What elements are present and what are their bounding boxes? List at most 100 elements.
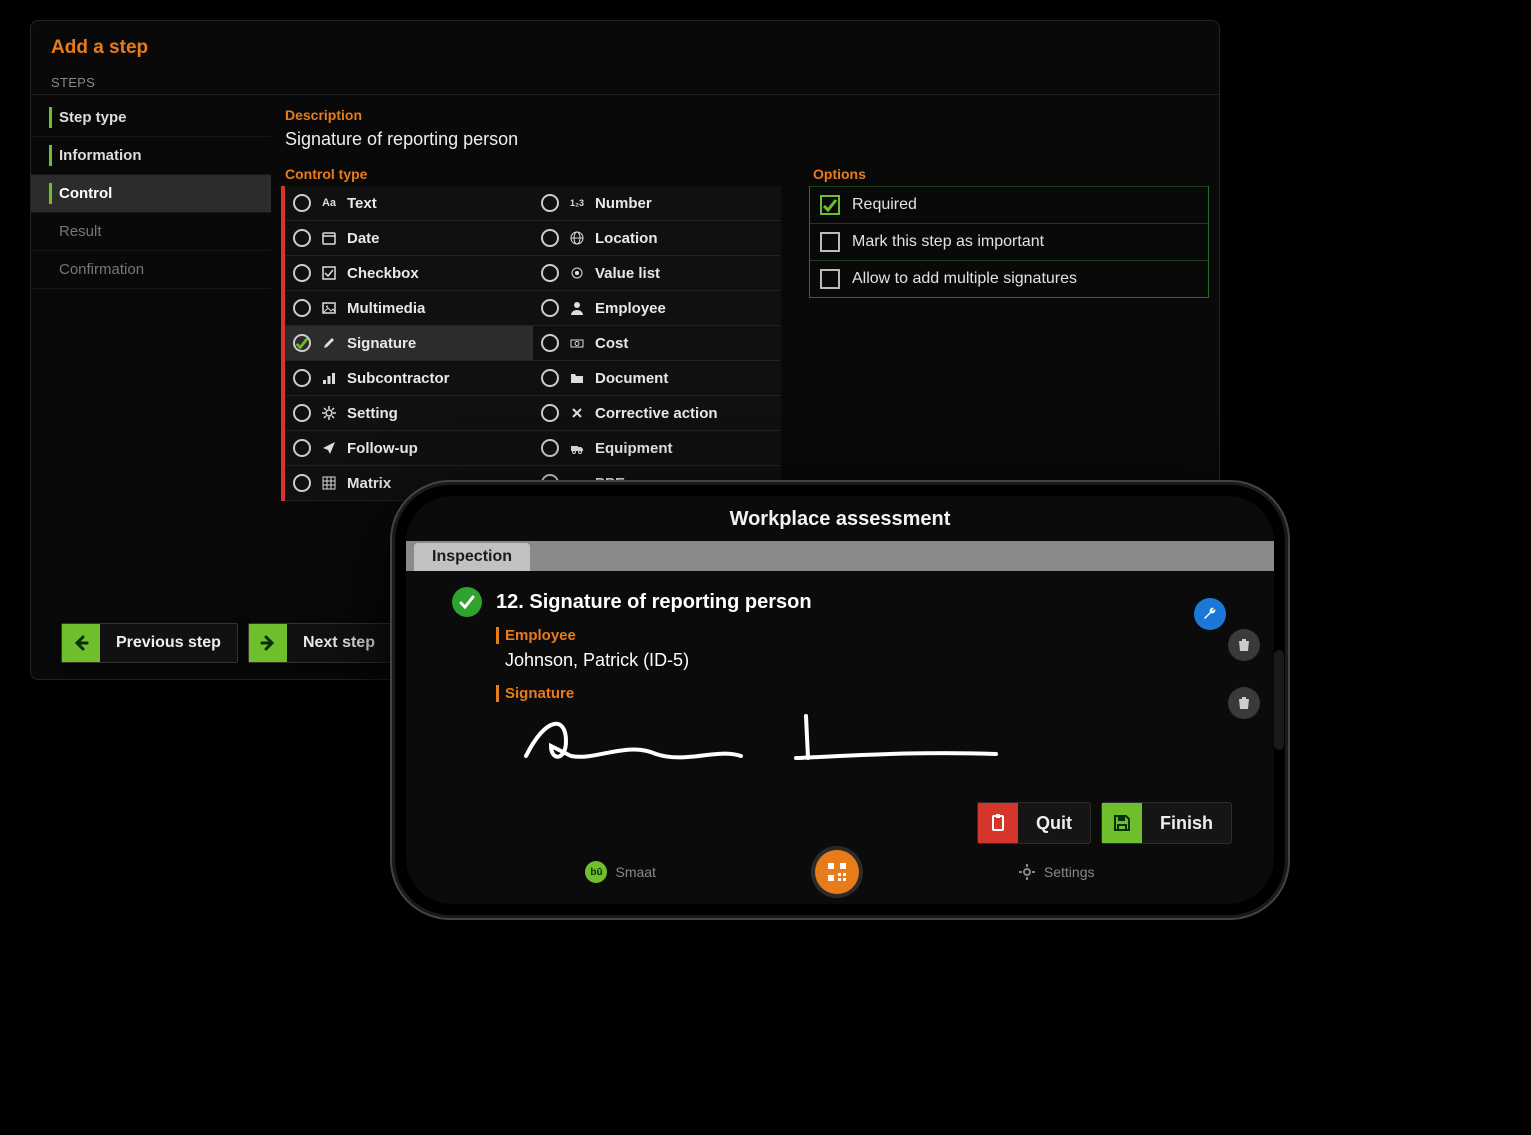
- option-multiple-signatures[interactable]: Allow to add multiple signatures: [810, 260, 1208, 297]
- radio-icon: [293, 299, 311, 317]
- gear-icon: [321, 405, 337, 421]
- radio-icon: [293, 369, 311, 387]
- sidebar-item-information[interactable]: Information: [31, 137, 271, 175]
- delete-signature-button[interactable]: [1228, 687, 1260, 719]
- radio-icon: [293, 439, 311, 457]
- control-type-checkbox[interactable]: Checkbox: [285, 256, 533, 291]
- radio-icon: [293, 474, 311, 492]
- gear-icon: [1018, 863, 1036, 881]
- control-type-signature[interactable]: Signature: [285, 326, 533, 361]
- signature-field[interactable]: Signature: [496, 685, 1248, 702]
- nav-settings[interactable]: Settings: [1018, 863, 1095, 881]
- control-type-value-list[interactable]: Value list: [533, 256, 781, 291]
- arrow-left-icon: [62, 624, 100, 662]
- org-icon: [321, 370, 337, 386]
- signature-stroke: [496, 706, 1016, 766]
- radio-icon: [541, 404, 559, 422]
- sidebar-item-confirmation[interactable]: Confirmation: [31, 251, 271, 289]
- sidebar-item-result[interactable]: Result: [31, 213, 271, 251]
- employee-field[interactable]: Employee Johnson, Patrick (ID-5): [496, 627, 1248, 675]
- next-step-button[interactable]: Next step: [248, 623, 392, 663]
- trash-icon: [1236, 637, 1252, 653]
- qr-icon: [826, 861, 848, 883]
- phone-notch: [1274, 650, 1284, 750]
- control-type-multimedia[interactable]: Multimedia: [285, 291, 533, 326]
- control-type-follow-up[interactable]: Follow-up: [285, 431, 533, 466]
- pen-icon: [321, 335, 337, 351]
- tabs-bar: Inspection: [406, 541, 1274, 571]
- description-value: Signature of reporting person: [281, 127, 1209, 160]
- control-type-text[interactable]: Aa Text: [285, 186, 533, 221]
- control-type-date[interactable]: Date: [285, 221, 533, 256]
- checkbox-icon: [820, 269, 840, 289]
- clipboard-icon: [978, 803, 1018, 843]
- grid-icon: [321, 475, 337, 491]
- app-logo-icon: bū: [585, 861, 607, 883]
- page-title: Add a step: [31, 21, 1219, 69]
- option-important[interactable]: Mark this step as important: [810, 223, 1208, 260]
- text-icon: Aa: [321, 195, 337, 211]
- control-type-employee[interactable]: Employee: [533, 291, 781, 326]
- option-required[interactable]: Required: [810, 186, 1208, 223]
- control-type-list: Aa Text Date Checkbox: [281, 186, 781, 501]
- wrench-icon: [1202, 606, 1218, 622]
- calendar-icon: [321, 230, 337, 246]
- signature-label: Signature: [496, 685, 1248, 702]
- step-title: 12. Signature of reporting person: [496, 591, 812, 614]
- radio-icon: [293, 264, 311, 282]
- save-icon: [1102, 803, 1142, 843]
- options-label: Options: [813, 166, 1209, 182]
- truck-icon: [569, 440, 585, 456]
- radio-icon: [293, 334, 311, 352]
- control-type-location[interactable]: Location: [533, 221, 781, 256]
- employee-value: Johnson, Patrick (ID-5): [496, 646, 1248, 675]
- image-icon: [321, 300, 337, 316]
- radio-icon: [541, 229, 559, 247]
- previous-step-button[interactable]: Previous step: [61, 623, 238, 663]
- money-icon: [569, 335, 585, 351]
- check-circle-icon: [452, 587, 482, 617]
- control-type-number[interactable]: 1₂3 Number: [533, 186, 781, 221]
- checkbox-icon: [820, 232, 840, 252]
- tools-icon: [569, 405, 585, 421]
- checkbox-icon: [820, 195, 840, 215]
- radio-icon: [541, 334, 559, 352]
- sidebar-item-control[interactable]: Control: [31, 175, 271, 213]
- phone-bottom-nav: bū Smaat Settings: [406, 852, 1274, 892]
- radio-icon: [293, 404, 311, 422]
- description-label: Description: [285, 107, 1209, 123]
- control-type-equipment[interactable]: Equipment: [533, 431, 781, 466]
- phone-header: Workplace assessment: [406, 496, 1274, 541]
- arrow-right-icon: [249, 624, 287, 662]
- phone-mockup: Workplace assessment Inspection 12. Sign…: [390, 480, 1290, 920]
- finish-button[interactable]: Finish: [1101, 802, 1232, 844]
- radio-icon: [541, 439, 559, 457]
- wrench-button[interactable]: [1194, 598, 1226, 630]
- radio-icon: [541, 264, 559, 282]
- nav-app[interactable]: bū Smaat: [585, 861, 655, 883]
- control-type-document[interactable]: Document: [533, 361, 781, 396]
- control-type-setting[interactable]: Setting: [285, 396, 533, 431]
- qr-scan-button[interactable]: [815, 850, 859, 894]
- sidebar-item-step-type[interactable]: Step type: [31, 99, 271, 137]
- radio-icon: [541, 299, 559, 317]
- delete-employee-button[interactable]: [1228, 629, 1260, 661]
- tab-inspection[interactable]: Inspection: [414, 543, 530, 571]
- steps-sidebar: Step type Information Control Result Con…: [31, 95, 271, 501]
- dot-icon: [569, 265, 585, 281]
- radio-icon: [541, 369, 559, 387]
- steps-section-header: STEPS: [31, 69, 1219, 95]
- options-list: Required Mark this step as important All…: [809, 186, 1209, 298]
- radio-icon: [541, 194, 559, 212]
- signature-pad[interactable]: [496, 706, 1248, 766]
- control-type-corrective-action[interactable]: Corrective action: [533, 396, 781, 431]
- send-icon: [321, 440, 337, 456]
- check-square-icon: [321, 265, 337, 281]
- employee-label: Employee: [496, 627, 1248, 644]
- control-type-subcontractor[interactable]: Subcontractor: [285, 361, 533, 396]
- control-type-label: Control type: [285, 166, 781, 182]
- control-type-cost[interactable]: Cost: [533, 326, 781, 361]
- quit-button[interactable]: Quit: [977, 802, 1091, 844]
- radio-icon: [293, 194, 311, 212]
- radio-icon: [293, 229, 311, 247]
